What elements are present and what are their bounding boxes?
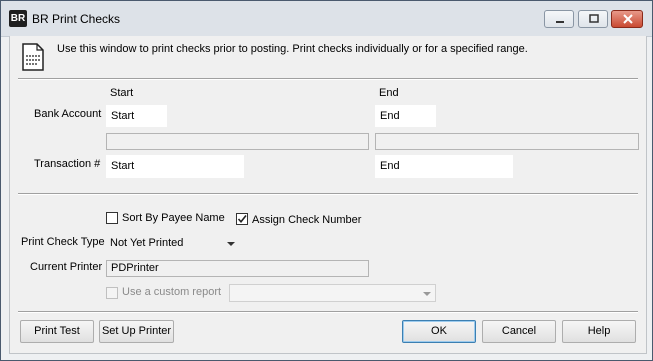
dialog-body: Use this window to print checks prior to…	[9, 36, 647, 354]
bank-account-start-input[interactable]: Start	[106, 105, 167, 127]
end-heading: End	[379, 87, 399, 99]
bank-account-end-input[interactable]: End	[375, 105, 436, 127]
separator	[18, 311, 638, 313]
title-bar[interactable]: BR BR Print Checks	[1, 1, 652, 37]
help-button[interactable]: Help	[562, 320, 636, 343]
print-checks-window: BR BR Print Checks Use this window to pr…	[0, 0, 653, 361]
chevron-down-icon	[227, 242, 235, 246]
ok-button[interactable]: OK	[402, 320, 476, 343]
transaction-start-input[interactable]: Start	[106, 155, 244, 178]
sort-by-payee-label[interactable]: Sort By Payee Name	[122, 212, 225, 224]
chevron-down-icon	[423, 292, 431, 296]
assign-check-number-label[interactable]: Assign Check Number	[252, 214, 361, 226]
separator	[18, 193, 638, 195]
sort-by-payee-checkbox[interactable]	[106, 212, 118, 224]
print-check-type-label: Print Check Type	[21, 236, 105, 248]
start-heading: Start	[110, 87, 134, 99]
minimize-icon	[556, 21, 564, 23]
transaction-end-input[interactable]: End	[375, 155, 513, 178]
current-printer-value: PDPrinter	[106, 260, 369, 277]
custom-report-select[interactable]	[229, 284, 436, 302]
transaction-label: Transaction #	[34, 158, 101, 170]
print-test-button[interactable]: Print Test	[20, 320, 94, 343]
window-title: BR Print Checks	[32, 12, 121, 26]
close-button[interactable]	[611, 10, 643, 28]
separator	[18, 78, 638, 80]
maximize-icon	[589, 14, 599, 23]
custom-report-label[interactable]: Use a custom report	[122, 286, 221, 298]
print-check-type-value: Not Yet Printed	[110, 237, 184, 249]
maximize-button[interactable]	[578, 10, 608, 28]
assign-check-number-checkbox[interactable]	[236, 213, 248, 225]
current-printer-label: Current Printer	[30, 261, 103, 273]
minimize-button[interactable]	[544, 10, 574, 28]
bank-account-end-description	[375, 133, 639, 150]
document-icon	[22, 43, 44, 71]
bank-account-label: Bank Account	[34, 108, 102, 120]
print-check-type-select[interactable]: Not Yet Printed	[106, 234, 239, 253]
bank-account-start-description	[106, 133, 369, 150]
checkmark-icon	[237, 215, 247, 224]
cancel-button[interactable]: Cancel	[482, 320, 556, 343]
info-text: Use this window to print checks prior to…	[57, 43, 528, 55]
close-icon	[623, 14, 633, 24]
app-icon: BR	[9, 10, 27, 27]
set-up-printer-button[interactable]: Set Up Printer	[99, 320, 174, 343]
custom-report-checkbox[interactable]	[106, 287, 118, 299]
